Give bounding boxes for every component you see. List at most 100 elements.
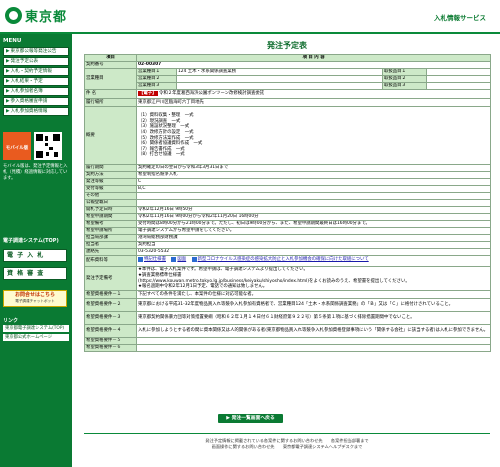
mobile-note: モバイル版は、発注予定情報と入札（見積）経過情報に対応しています。: [3, 164, 68, 181]
sub-label: 営業種目１: [136, 68, 177, 76]
sidebar-item-keiyaku[interactable]: ▶入札・契約予定情報: [3, 67, 69, 76]
grade-value: C: [135, 178, 492, 186]
row-label: 配布資料等: [84, 255, 137, 267]
sub-value: [425, 82, 492, 90]
remarks-cell: ★本件は、電子入札案件です。希望申請は、電子調達システムより提出してください。 …: [135, 266, 492, 291]
row-label: 概要: [84, 106, 137, 165]
file-icon: [138, 257, 143, 263]
app-note-value: 受付時間は8時00分から21時00分まで。ただし、初日は9時00分から、また、希…: [135, 220, 492, 228]
file-link-spec[interactable]: 特記仕様書: [138, 257, 166, 263]
qualification-button[interactable]: 資 格 審 査: [3, 267, 67, 280]
summary-cell: （1）資料収集・整理 一式 （2）現況調査 一式 （3）施設状況整理 一式 （4…: [135, 106, 492, 165]
sub-label: 取扱品目２: [382, 75, 427, 83]
row-label: その他: [84, 192, 137, 200]
row-label: 履行期間: [84, 164, 137, 172]
cond-value: 東京都契約関係暴力団等対策措置要綱（昭和６２年１月１４日付６１財経庶第９２２号）…: [135, 311, 492, 325]
file-link-label: 新型コロナウイルス感染症の感染拡大防止と入札参加機会の確保に向けた取組について: [197, 257, 369, 263]
sidebar-item-kekka[interactable]: ▶入札結果・予定: [3, 77, 69, 86]
link-item-top[interactable]: 東京都電子調達システム(TOP): [3, 325, 69, 332]
triangle-icon: ▶: [6, 49, 10, 54]
logo-text: 東京都: [25, 10, 68, 25]
row-label: 希望資格要件－２: [84, 298, 137, 312]
row-label: 営業種目: [84, 68, 137, 90]
row-label: 発注予定備考: [84, 266, 137, 291]
portal-link[interactable]: 電子調達システム(TOP): [3, 237, 59, 244]
sidebar-item-kouhou[interactable]: ▶東京都公報等発注公告: [3, 47, 69, 56]
sidebar-item-label: 入札・契約予定情報: [10, 69, 52, 74]
type-value: [176, 75, 383, 83]
mobile-button[interactable]: モバイル版: [3, 132, 31, 160]
row-label: 希望資格要件－４: [84, 324, 137, 338]
triangle-icon: ▶: [6, 79, 10, 84]
back-label: 発注一覧画面へ戻る: [231, 416, 275, 421]
type-value: 124 土木・水系関係調査業務: [176, 68, 383, 76]
tokyo-logo[interactable]: 東京都: [5, 6, 67, 25]
sidebar-item-label: 発注予定公表: [10, 59, 39, 64]
person-value: 契約担当: [135, 241, 492, 249]
row-label: 希望備考: [84, 220, 137, 228]
links-heading: リンク: [3, 318, 19, 324]
chatbot-button[interactable]: お問合せはこちら 電子調達チャットボット: [3, 290, 67, 307]
cond-value: 入札に参加しようとする者の間に資本関係又は人的関係がある者(東京都物品買入れ等競…: [135, 324, 492, 338]
back-to-list-button[interactable]: ▶ 発注一覧画面へ戻る: [218, 414, 283, 423]
sub-label: 取扱品目１: [382, 68, 427, 76]
page-title: 発注予定表: [267, 41, 307, 50]
file-icon: [191, 257, 197, 263]
row-label: 連絡先: [84, 248, 137, 256]
triangle-icon: ▶: [6, 89, 10, 94]
project-name-cell: 【電子】 令和２年度葛西海浜公園ポンツーン改修検討調査委託: [135, 89, 492, 99]
row-label: 担当者: [84, 241, 137, 249]
triangle-icon: ▶: [6, 99, 10, 104]
triangle-icon: ▶: [6, 109, 10, 114]
header-item: 項目: [84, 54, 137, 62]
row-label: 受付等級: [84, 185, 137, 193]
pubdate-value: [135, 199, 492, 207]
file-link-drawing[interactable]: 図面: [171, 257, 186, 263]
sys-value: 電子調達システムから希望申請をしてください。: [135, 227, 492, 235]
dept-value: 港湾局総務部財務課: [135, 234, 492, 242]
other-value: [135, 192, 492, 200]
period-value: 契約確定の日の翌日から令和3年3月31日まで: [135, 164, 492, 172]
chatbot-sub: 電子調達チャットボット: [15, 299, 55, 303]
row-label: 希望資格要件－１: [84, 290, 137, 299]
detail-table: 項目 項 目 内 容 契約番号 02-00307 営業種目 営業種目１ 124 …: [84, 54, 492, 352]
sidebar-item-shinsa[interactable]: ▶参入資格審査申請: [3, 97, 69, 106]
remarks-line: ★報名過期中令和2年12月1日予定、電話での通知は致しません。: [138, 284, 268, 290]
e-bid-button[interactable]: 電 子 入 札: [3, 249, 67, 262]
e-tag: 【電子】: [138, 91, 158, 97]
sub-value: [425, 75, 492, 83]
row-label: 担当局部課: [84, 234, 137, 242]
sidebar-item-yotei[interactable]: ▶発注予定公表: [3, 57, 69, 66]
files-cell: 特記仕様書 図面 新型コロナウイルス感染症の感染拡大防止と入札参加機会の確保に向…: [135, 255, 492, 267]
row-label: 公報登載日: [84, 199, 137, 207]
footer-divider: [84, 433, 490, 434]
footer-line: 画面操作に関するお問い合わせ先 東京都電子調達システムヘルプデスクまで: [211, 444, 363, 449]
file-link-label: 図面: [177, 257, 187, 263]
link-item-official[interactable]: 東京都公式ホームページ: [3, 334, 69, 341]
sidebar-item-label: 入札結果・予定: [10, 79, 43, 84]
method-value: 希望制指名競争入札: [135, 171, 492, 179]
row-label: 履行場所: [84, 98, 137, 107]
sidebar-item-meibo[interactable]: ▶入札参加者名簿: [3, 87, 69, 96]
row-label: 希望申請場所: [84, 227, 137, 235]
cond-value: [135, 344, 492, 352]
row-label: 希望申請期間: [84, 213, 137, 221]
type-value: [176, 82, 383, 90]
sub-label: 営業種目３: [136, 82, 177, 90]
triangle-icon: ▶: [6, 69, 10, 74]
sidebar-item-shikaku[interactable]: ▶入札参加資格情報: [3, 107, 69, 116]
sidebar-item-label: 参入資格審査申請: [10, 99, 48, 104]
file-link-label: 特記仕様書: [144, 257, 166, 263]
qr-code-icon: [34, 132, 62, 160]
main-content: 発注予定表 項目 項 目 内 容 契約番号 02-00307 営業種目 営業種目…: [84, 38, 492, 352]
row-label: 希望資格要件－５: [84, 337, 137, 345]
summary-line: （8）打合せ協議 一式: [138, 152, 185, 158]
sub-label: 営業種目２: [136, 75, 177, 83]
row-label: 希望資格要件－６: [84, 344, 137, 352]
mobile-section: モバイル版 モバイル版は、発注予定情報と入札（見積）経過情報に対応しています。: [3, 132, 69, 196]
file-link-covid[interactable]: 新型コロナウイルス感染症の感染拡大防止と入札参加機会の確保に向けた取組について: [191, 257, 369, 263]
sidebar-item-label: 入札参加資格情報: [10, 109, 48, 114]
row-label: 件 名: [84, 89, 137, 99]
header-divider: [0, 32, 500, 34]
accept-value: B,C: [135, 185, 492, 193]
